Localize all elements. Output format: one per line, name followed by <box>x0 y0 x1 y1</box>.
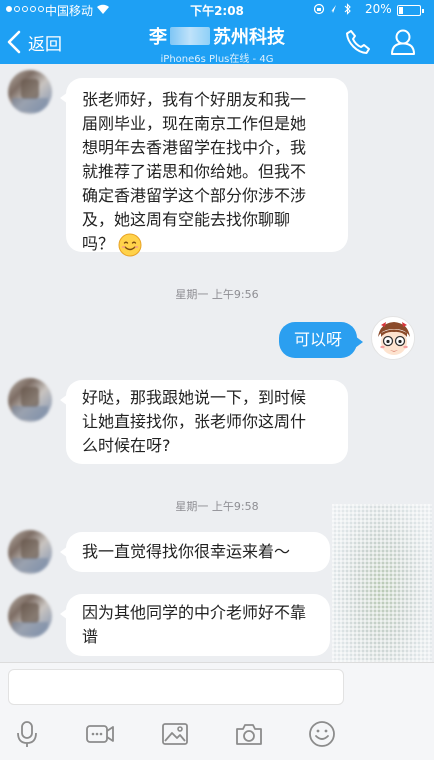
message-bubble-contact[interactable]: 好哒，那我跟她说一下，到时候 让她直接找你，张老师你这周什 么时候在呀? <box>60 380 348 464</box>
message-line: 么时候在呀? <box>82 436 171 455</box>
message-line: 张老师好，我有个好朋友和我一 <box>82 90 307 109</box>
smile-emoji-icon <box>118 233 142 256</box>
back-button[interactable]: 返回 <box>4 28 62 56</box>
image-icon[interactable] <box>160 719 190 749</box>
message-line: 想明年去香港留学在找中介，我 <box>82 138 307 157</box>
contact-avatar[interactable] <box>8 378 52 422</box>
emoji-icon[interactable] <box>307 719 337 749</box>
contact-avatar[interactable] <box>8 530 52 574</box>
chat-title-rest: 苏州科技 <box>213 27 285 48</box>
microphone-icon[interactable] <box>12 719 42 749</box>
name-redaction <box>170 27 210 45</box>
contact-avatar[interactable] <box>8 594 52 638</box>
cartoon-avatar-icon <box>373 318 414 359</box>
message-bubble-contact[interactable]: 张老师好，我有个好朋友和我一 届刚毕业，现在南京工作但是她 想明年去香港留学在找… <box>60 78 348 256</box>
chevron-left-icon <box>7 30 21 54</box>
chat-title-first: 李 <box>149 27 167 48</box>
message-line: 就推荐了诺思和你给她。但我不 <box>82 162 307 181</box>
message-text: 吗？ <box>82 234 115 253</box>
message-line-last: 吗？ <box>82 232 332 257</box>
message-line: 因为其他同学的中介老师好不靠 <box>82 603 307 622</box>
message-line: 让她直接找你，张老师你这周什 <box>82 412 307 431</box>
message-bubble-contact[interactable]: 我一直觉得找你很幸运来着～ <box>60 532 330 572</box>
status-bar: 中国移动 下午2:08 20% <box>0 0 434 20</box>
timestamp: 星期一 上午9:56 <box>175 288 259 301</box>
input-bar <box>0 662 434 760</box>
online-status: iPhone6s Plus在线 - 4G <box>160 54 274 65</box>
battery-icon <box>397 5 424 16</box>
message-line: 好哒，那我跟她说一下，到时候 <box>82 388 307 407</box>
chat-title-area[interactable]: 李 苏州科技 iPhone6s Plus在线 - 4G <box>90 23 344 65</box>
message-line: 谱 <box>82 627 99 646</box>
top-bar: 中国移动 下午2:08 20% 返回 李 苏州科技 iPhone6s Plus在… <box>0 0 434 65</box>
message-input[interactable] <box>8 669 344 705</box>
message-bubble-contact[interactable]: 因为其他同学的中介老师好不靠 谱 <box>60 594 330 656</box>
camera-icon[interactable] <box>234 719 264 749</box>
phone-icon[interactable] <box>344 28 372 56</box>
message-line: 及，她这周有空能去找你聊聊 <box>82 210 291 229</box>
message-bubble-me[interactable]: 可以呀 <box>279 322 363 358</box>
message-line: 届刚毕业，现在南京工作但是她 <box>82 114 307 133</box>
message-text: 可以呀 <box>293 330 342 349</box>
message-text: 我一直觉得找你很幸运来着～ <box>82 542 291 561</box>
nav-bar: 返回 李 苏州科技 iPhone6s Plus在线 - 4G <box>0 20 434 65</box>
lock-location-bluetooth-icons <box>314 3 351 15</box>
profile-icon[interactable] <box>390 28 416 56</box>
video-icon[interactable] <box>85 719 115 749</box>
my-avatar[interactable] <box>371 316 415 360</box>
message-line: 确定香港留学这个部分你涉不涉 <box>82 186 307 205</box>
battery-percent: 20% <box>365 2 392 16</box>
chat-title: 李 苏州科技 <box>90 23 344 49</box>
contact-avatar[interactable] <box>8 70 52 114</box>
back-label: 返回 <box>28 34 62 55</box>
